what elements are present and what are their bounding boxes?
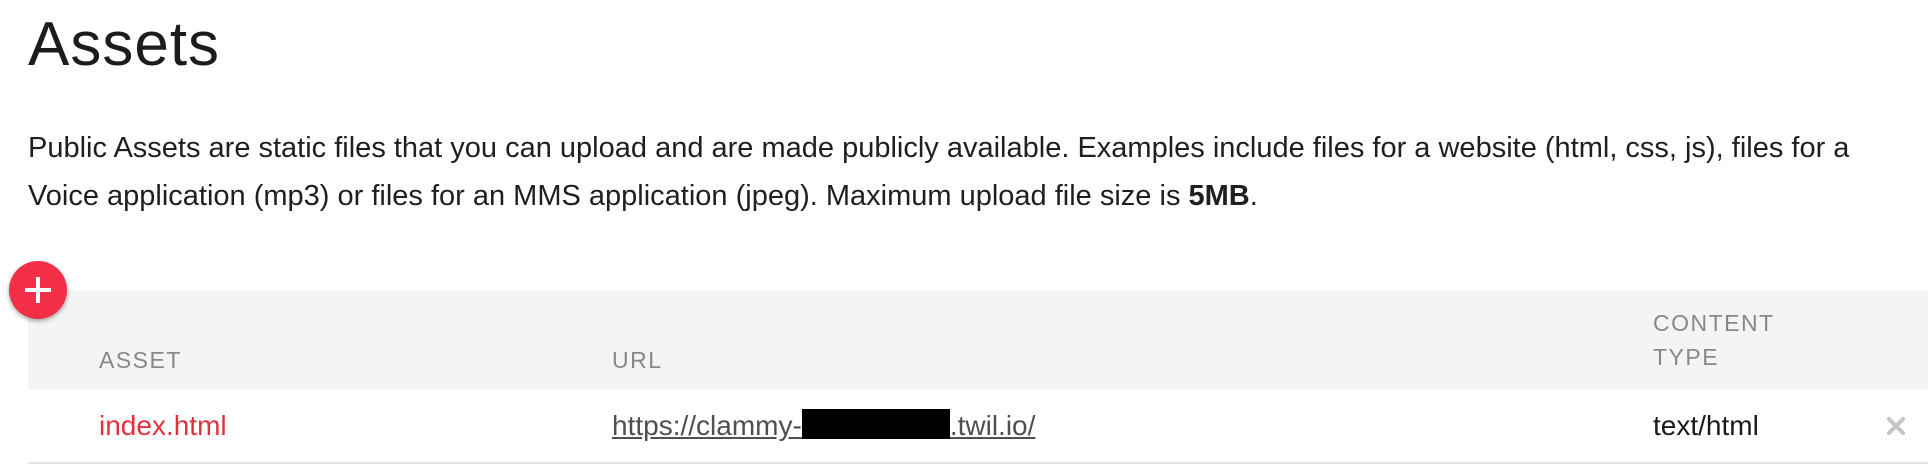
- assets-description: Public Assets are static files that you …: [28, 124, 1928, 220]
- redacted-block: [801, 409, 950, 439]
- column-header-content-type: CONTENT TYPE: [1653, 290, 1813, 390]
- asset-name-link[interactable]: index.html: [99, 390, 227, 462]
- close-icon: [1887, 417, 1905, 435]
- page-title: Assets: [28, 10, 221, 79]
- max-upload-size: 5MB: [1188, 180, 1250, 212]
- assets-page: Assets Public Assets are static files th…: [0, 0, 1928, 472]
- description-line-1: Public Assets are static files that you …: [28, 132, 1850, 164]
- column-header-content-type-line2: TYPE: [1653, 344, 1720, 370]
- table-row: index.html https://clammy- .twil.io/ text…: [28, 390, 1928, 464]
- asset-url-prefix: https://clammy-: [612, 410, 802, 441]
- assets-table: ASSET URL CONTENT TYPE index.html https:…: [28, 290, 1928, 464]
- plus-icon: [25, 277, 51, 303]
- description-line-2: Voice application (mp3) or files for an …: [28, 172, 1928, 220]
- asset-url-link[interactable]: https://clammy- .twil.io/: [612, 390, 1035, 462]
- delete-asset-button[interactable]: [1886, 390, 1906, 462]
- asset-content-type: text/html: [1653, 410, 1759, 441]
- description-suffix: .: [1249, 180, 1258, 212]
- add-asset-button[interactable]: [9, 261, 67, 319]
- column-header-content-type-line1: CONTENT: [1653, 310, 1775, 336]
- table-header: ASSET URL CONTENT TYPE: [28, 290, 1928, 390]
- description-line-2-text: Voice application (mp3) or files for an …: [28, 180, 1189, 212]
- asset-url-suffix: .twil.io/: [949, 410, 1036, 441]
